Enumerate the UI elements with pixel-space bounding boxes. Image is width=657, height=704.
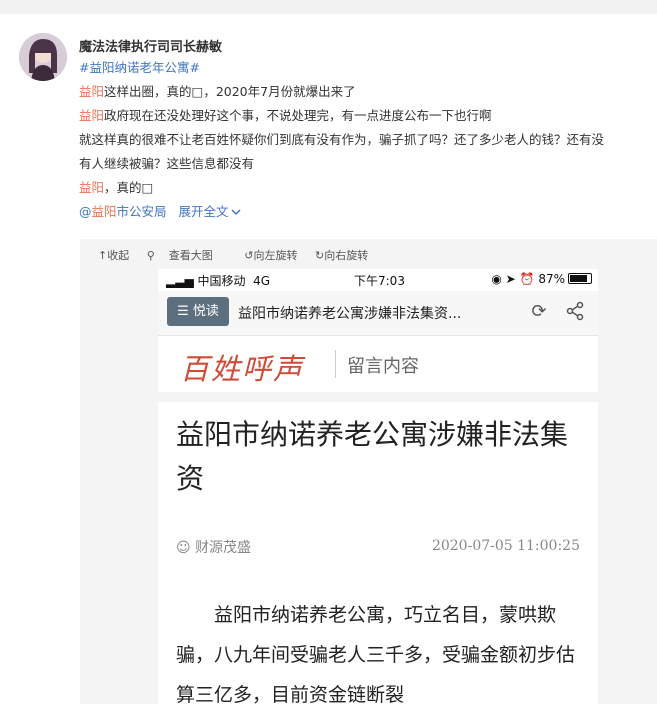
topic-link[interactable]: 益阳: [79, 84, 104, 99]
share-icon[interactable]: [564, 301, 586, 323]
magnifier-icon: ⚲: [146, 249, 155, 262]
mention-line: @益阳市公安局 展开全文: [79, 204, 241, 220]
chevron-down-icon: [231, 209, 241, 216]
refresh-icon[interactable]: ⟳: [528, 301, 550, 323]
menu-icon: ☰: [177, 304, 189, 319]
view-large-button[interactable]: ⚲ 查看大图: [147, 249, 227, 262]
user-icon: ☺: [176, 540, 191, 556]
username[interactable]: 魔法法律执行司司长赫敏: [79, 36, 222, 55]
topic-link[interactable]: 益阳: [79, 180, 104, 195]
avatar[interactable]: [19, 33, 67, 81]
signal-icon: ▂▃▅: [166, 274, 194, 288]
banner-subtitle: 留言内容: [347, 356, 419, 377]
section-separator: [158, 392, 598, 402]
banner-divider: [335, 350, 336, 378]
nav-title: 益阳市纳诺养老公寓涉嫌非法集资...: [238, 306, 462, 322]
topic-link[interactable]: 益阳: [79, 108, 104, 123]
battery-icon: [568, 273, 592, 284]
clock: 下午7:03: [354, 274, 405, 288]
post-text: ，真的□: [104, 180, 154, 195]
weibo-post-card: 魔法法律执行司司长赫敏 #益阳纳诺老年公寓# 益阳这样出圈，真的□，2020年7…: [0, 14, 657, 704]
status-icons: ◉ ➤ ⏰: [491, 272, 535, 286]
rotate-left-button[interactable]: ↺向左旋转: [244, 249, 297, 262]
network: 4G: [253, 274, 271, 288]
app-navbar: ☰ 悦读 益阳市纳诺养老公寓涉嫌非法集资... ⟳: [158, 291, 598, 336]
post-image-viewer: ↑收起 ⚲ 查看大图 ↺向左旋转 ↻向右旋转 ▂▃▅ 中国移动 4G 下午7:03…: [80, 239, 657, 704]
article-author[interactable]: ☺ 财源茂盛: [176, 537, 251, 557]
image-toolbar: ↑收起 ⚲ 查看大图 ↺向左旋转 ↻向右旋转: [98, 247, 382, 263]
article-title: 益阳市纳诺养老公寓涉嫌非法集资: [176, 418, 569, 495]
mention-topic[interactable]: 益阳: [92, 204, 117, 219]
banner: 百姓呼声 留言内容: [158, 336, 598, 392]
mention-at[interactable]: @: [79, 204, 92, 219]
post-line-3: 就这样真的很难不让老百姓怀疑你们到底有没有作为，骗子抓了吗？还了多少老人的钱？还…: [79, 132, 605, 147]
phone-screenshot: ▂▃▅ 中国移动 4G 下午7:03 ◉ ➤ ⏰ 87% ☰ 悦读 益阳市纳诺养…: [158, 269, 598, 704]
carrier: 中国移动: [197, 274, 246, 288]
post-line-5: 益阳，真的□: [79, 180, 153, 196]
hashtag-line: #益阳纳诺老年公寓#: [79, 60, 200, 76]
post-text: 政府现在还没处理好这个事，不说处理完，有一点进度公布一下也行啊: [104, 108, 492, 123]
post-line-1: 益阳这样出圈，真的□，2020年7月份就爆出来了: [79, 84, 356, 100]
post-text: 这样出圈，真的□，2020年7月份就爆出来了: [104, 84, 356, 99]
status-bar: ▂▃▅ 中国移动 4G 下午7:03 ◉ ➤ ⏰ 87%: [158, 269, 598, 291]
rotate-right-button[interactable]: ↻向右旋转: [315, 249, 368, 262]
collapse-button[interactable]: ↑收起: [98, 249, 129, 262]
article-body: 益阳市纳诺养老公寓，巧立名目，蒙哄欺骗，八九年间受骗老人三千多，受骗金额初步估算…: [176, 604, 576, 704]
hashtag-link[interactable]: #益阳纳诺老年公寓#: [79, 60, 200, 75]
expand-button[interactable]: 展开全文: [179, 204, 241, 219]
post-line-4: 有人继续被骗？这些信息都没有: [79, 156, 255, 171]
article-date: 2020-07-05 11:00:25: [431, 538, 580, 554]
mention-link[interactable]: 市公安局: [117, 204, 167, 219]
brand-logo: 百姓呼声: [180, 352, 305, 386]
battery-percent: 87%: [538, 272, 565, 286]
post-line-2: 益阳政府现在还没处理好这个事，不说处理完，有一点进度公布一下也行啊: [79, 108, 492, 124]
yuedu-button[interactable]: ☰ 悦读: [167, 297, 229, 326]
